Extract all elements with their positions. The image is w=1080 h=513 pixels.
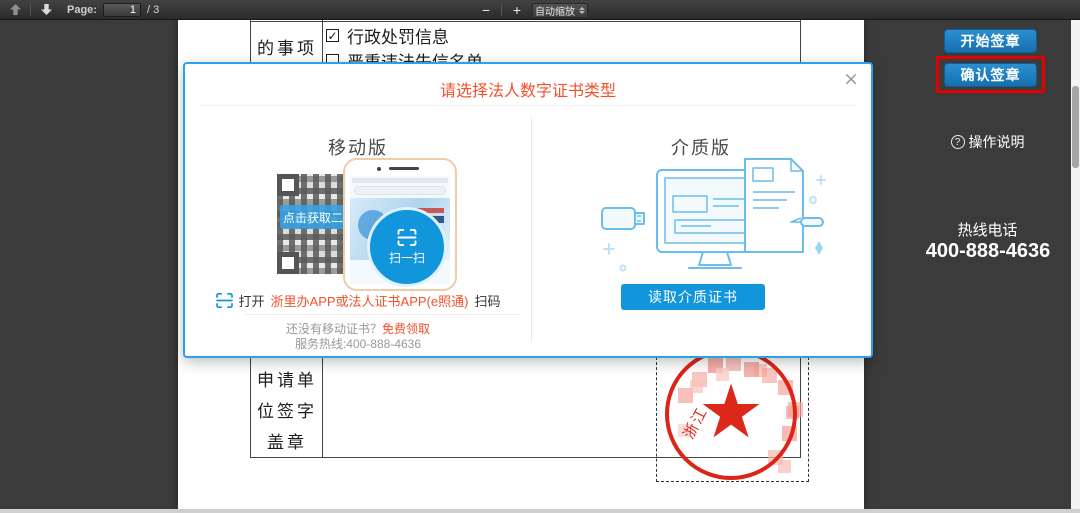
service-hotline: 服务热线:400-888-4636 xyxy=(185,335,531,352)
page-label: Page: xyxy=(67,4,97,16)
hotline-label: 热线电话 xyxy=(930,219,1045,240)
table-line xyxy=(250,21,801,22)
arrow-down-icon xyxy=(41,4,52,15)
phone-searchbar xyxy=(354,186,446,195)
qr-finder-icon xyxy=(277,252,299,274)
phone-camera-icon xyxy=(377,167,381,171)
scrollbar-thumb[interactable] xyxy=(1072,86,1079,168)
page-total: / 3 xyxy=(147,4,159,16)
arrow-up-icon xyxy=(10,4,21,15)
phone-statusbar xyxy=(352,178,448,183)
scrollbar-track[interactable] xyxy=(1071,20,1080,509)
dialog-divider xyxy=(199,105,857,106)
scan-icon xyxy=(397,229,417,246)
help-link[interactable]: ? 操作说明 xyxy=(930,132,1045,152)
doc-checkbox-row: ✓ 行政处罚信息 xyxy=(326,23,449,48)
dialog-title: 请选择法人数字证书类型 xyxy=(185,77,871,101)
read-media-cert-button[interactable]: 读取介质证书 xyxy=(621,284,765,310)
hotline-number: 400-888-4636 xyxy=(918,240,1058,263)
sparkle-icon xyxy=(815,241,823,255)
window-bottom-edge xyxy=(0,509,1080,513)
phone-speaker-icon xyxy=(389,167,419,170)
scan-label: 扫一扫 xyxy=(389,249,425,266)
open-suffix: 扫码 xyxy=(474,291,500,310)
doc-row-label: 的事项 xyxy=(254,34,320,59)
sign-cell-line: 盖章 xyxy=(252,428,322,453)
zoom-out-button[interactable]: − xyxy=(478,1,494,19)
confirm-sign-highlight xyxy=(936,56,1045,93)
scan-badge: 扫一扫 xyxy=(367,207,447,287)
page-up-button[interactable] xyxy=(6,2,24,18)
page-down-button[interactable] xyxy=(37,2,55,18)
app-names: 浙里办APP或法人证书APP(e照通) xyxy=(271,291,469,310)
computer-usb-icon xyxy=(599,156,829,278)
no-cert-text: 还没有移动证书？ xyxy=(286,322,382,336)
mobile-divider xyxy=(245,314,521,315)
toolbar-separator xyxy=(30,4,31,16)
zoom-mode-select[interactable]: 自动缩放 xyxy=(532,3,588,18)
sign-cell-line: 申请单 xyxy=(252,366,322,391)
zoom-in-button[interactable]: + xyxy=(509,1,525,19)
zoom-mode-value: 自动缩放 xyxy=(535,3,575,18)
media-illustration xyxy=(599,156,829,283)
start-sign-button[interactable]: 开始签章 xyxy=(944,29,1037,53)
checkbox-checked-icon: ✓ xyxy=(326,29,339,42)
free-get-link[interactable]: 免费领取 xyxy=(382,322,430,336)
question-circle-icon: ? xyxy=(951,135,965,149)
toolbar-zoom-group: − + 自动缩放 xyxy=(478,0,588,20)
sign-cell-line: 位签字 xyxy=(252,397,322,422)
mobile-version-heading: 移动版 xyxy=(185,134,531,160)
page-number-input[interactable] xyxy=(103,3,141,17)
toolbar-left-group: Page: / 3 xyxy=(0,2,159,18)
certificate-type-dialog: 请选择法人数字证书类型 × 移动版 点击获取二维码 扫一扫 xyxy=(183,62,873,358)
help-label: 操作说明 xyxy=(969,132,1025,152)
close-icon[interactable]: × xyxy=(843,68,859,90)
scan-instruction: 打开 浙里办APP或法人证书APP(e照通) 扫码 xyxy=(185,291,531,310)
scan-icon xyxy=(216,293,233,308)
open-prefix: 打开 xyxy=(239,291,265,310)
select-arrows-icon xyxy=(579,7,585,14)
toolbar-separator xyxy=(501,4,502,16)
pdf-toolbar: Page: / 3 − + 自动缩放 xyxy=(0,0,1080,20)
doc-check1-label: 行政处罚信息 xyxy=(347,23,449,48)
qr-finder-icon xyxy=(277,174,299,196)
